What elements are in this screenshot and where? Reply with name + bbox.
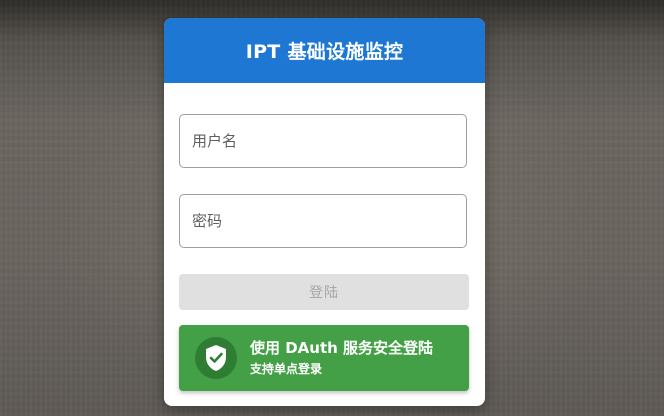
username-input[interactable]: [180, 115, 466, 167]
dauth-main-label: 使用 DAuth 服务安全登陆: [250, 338, 434, 357]
login-card: IPT 基础设施监控 登陆 使用 DAuth 服务安全登陆 支持单点登录: [164, 18, 485, 406]
card-header: IPT 基础设施监控: [164, 18, 485, 83]
password-input[interactable]: [180, 195, 466, 247]
username-field[interactable]: [179, 114, 467, 168]
login-button[interactable]: 登陆: [179, 274, 469, 310]
page-title: IPT 基础设施监控: [245, 41, 404, 63]
shield-check-svg: [206, 345, 226, 371]
shield-check-icon: [195, 337, 237, 379]
password-field[interactable]: [179, 194, 467, 248]
dauth-text: 使用 DAuth 服务安全登陆 支持单点登录: [250, 339, 433, 378]
dauth-login-button[interactable]: 使用 DAuth 服务安全登陆 支持单点登录: [179, 325, 469, 391]
dauth-sub-label: 支持单点登录: [250, 361, 323, 376]
